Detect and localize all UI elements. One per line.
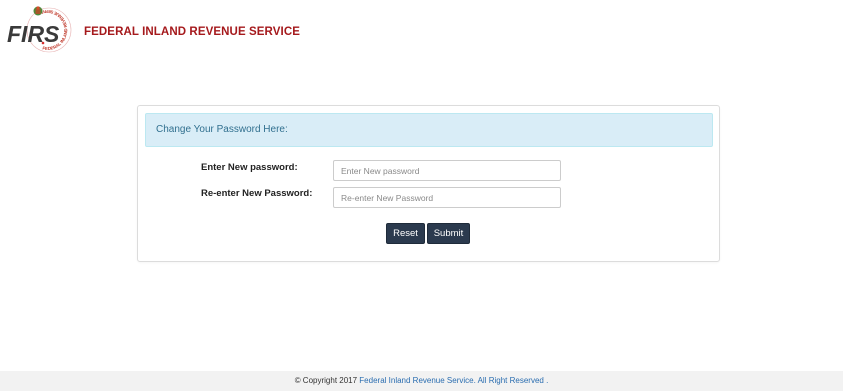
new-password-input[interactable] [333,160,561,181]
reenter-password-label: Re-enter New Password: [201,188,313,199]
new-password-label: Enter New password: [201,162,298,173]
coat-of-arms-icon [33,6,43,16]
copyright-text: © Copyright 2017 [294,376,358,385]
page-header: FEDERAL INLAND REVENUE SERVICE FIRS FEDE… [0,0,843,60]
reset-button[interactable]: Reset [386,223,425,244]
footer-org-link[interactable]: Federal Inland Revenue Service. All Righ… [359,376,548,385]
change-password-panel: Change Your Password Here: Enter New pas… [137,105,720,262]
site-title: FEDERAL INLAND REVENUE SERVICE [84,26,300,38]
submit-button[interactable]: Submit [427,223,470,244]
firs-logo-icon[interactable]: FEDERAL INLAND REVENUE SERVICE FIRS [5,5,75,57]
panel-heading: Change Your Password Here: [145,113,713,147]
reenter-password-input[interactable] [333,187,561,208]
logo-text: FIRS [7,21,60,47]
page-footer: © Copyright 2017 Federal Inland Revenue … [0,371,843,391]
